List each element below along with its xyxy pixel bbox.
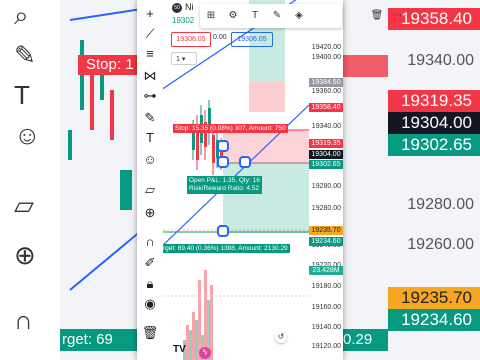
bg-brush-icon: ✎ (14, 40, 36, 70)
drawing-toolbar: + ⟋ ≡ ⋈ ⊶ ✎ T ☺ ▱ ⊕ ∩ ✐ 🔒︎ ◉ 🗑︎ (137, 0, 164, 360)
bg-price-19340: 19340.00 (407, 52, 474, 69)
text-icon[interactable]: T (140, 130, 160, 146)
bg-magnet-icon: ∩ (14, 305, 33, 335)
brush-icon[interactable]: ✎ (140, 110, 160, 126)
stop-handle[interactable] (217, 140, 229, 152)
background-toolbar: ⌕ ✎ T ☺ ▱ ⊕ ∩ (0, 0, 60, 360)
bg-stop-tail (343, 55, 388, 77)
fib-icon[interactable]: ⊶ (140, 88, 160, 104)
bg-cursor-icon: ⌕ (14, 0, 29, 30)
fill-color-icon[interactable]: ◈ (292, 9, 306, 23)
entry-handle[interactable] (217, 156, 229, 168)
text-style-icon[interactable]: T (248, 9, 262, 23)
undo-icon[interactable]: ↺ (275, 331, 287, 343)
open-pnl-label[interactable]: Open P&L: 1.35, Qty: 16 Risk/Reward Rati… (187, 176, 262, 194)
price-badge-19304: 19304.00 (309, 150, 343, 159)
bg-price-19260: 19260.00 (407, 236, 474, 253)
trash-icon[interactable]: 🗑︎ (140, 325, 160, 341)
magnet-icon[interactable]: ∩ (140, 234, 160, 250)
open-pnl-text: Open P&L: 1.35, Qty: 16 (189, 177, 260, 184)
bg-price-19280: 19280.00 (407, 196, 474, 213)
price-badge-19302: 19302.65 (309, 160, 343, 169)
drawing-properties-toolbar: ⊞ ⚙ T ✎ ◈ 🗑︎ ⋯ (200, 4, 402, 28)
price-badge-19319: 19319.35 (309, 139, 343, 148)
plus-icon[interactable]: + (140, 6, 160, 22)
chart-area[interactable]: 50 Ni 19302 19306.05 0.00 19306.05 1 ▾ S… (163, 0, 309, 360)
axis-tick: 19280.00 (311, 205, 341, 212)
bg-stop-label: Stop: 1 (78, 55, 146, 75)
pattern-icon[interactable]: ⋈ (140, 68, 160, 84)
bg-price-19235: 19235.70 (388, 287, 480, 309)
line-color-icon[interactable]: ✎ (270, 9, 284, 23)
axis-tick: 19280.00 (311, 183, 341, 190)
take-profit-label[interactable]: rget: 69.40 (0.36%) 1388, Amount: 2130.2… (163, 244, 290, 253)
price-badge-19358: 19358.40 (309, 103, 343, 112)
zoom-icon[interactable]: ⊕ (140, 205, 160, 221)
price-badge-19384: 19384.50 (309, 78, 343, 87)
target-handle[interactable] (217, 225, 229, 237)
emoji-icon[interactable]: ☺ (140, 152, 160, 168)
axis-tick: 19180.00 (311, 283, 341, 290)
horizontal-lines-icon[interactable]: ≡ (140, 46, 160, 62)
delete-drawing-icon[interactable]: 🗑︎ (370, 9, 384, 23)
axis-tick: 19160.00 (311, 304, 341, 311)
bg-ruler-icon: ▱ (14, 190, 34, 220)
bg-zoom-icon: ⊕ (14, 240, 36, 270)
more-options-icon[interactable]: ⋯ (390, 9, 404, 23)
price-axis[interactable]: 19420.00 19400.00 19360.00 19340.00 1928… (309, 0, 343, 360)
risk-reward-text: Risk/Reward Ratio: 4.52 (189, 185, 260, 192)
bg-emoji-icon: ☺ (14, 120, 41, 150)
axis-tick: 19120.00 (311, 343, 341, 350)
grid-icon[interactable]: ⊞ (204, 9, 218, 23)
lock-icon[interactable]: 🔒︎ (140, 276, 160, 292)
axis-tick: 19420.00 (311, 44, 341, 51)
bg-price-19319: 19319.35 (388, 90, 480, 112)
trading-chart-screen: + ⟋ ≡ ⋈ ⊶ ✎ T ☺ ▱ ⊕ ∩ ✐ 🔒︎ ◉ 🗑︎ 50 Ni 19… (137, 0, 343, 360)
bg-target-tail: 0.29 (343, 329, 388, 351)
axis-tick: 19140.00 (311, 324, 341, 331)
bg-text-icon: T (14, 80, 30, 110)
axis-tick: 19340.00 (311, 123, 341, 130)
bg-target-label: rget: 69 (60, 329, 142, 351)
trend-line-icon[interactable]: ⟋ (140, 26, 160, 42)
ruler-icon[interactable]: ▱ (140, 182, 160, 198)
price-badge-19234: 19234.60 (309, 237, 343, 246)
axis-tick: 19400.00 (311, 54, 341, 61)
bg-price-19304: 19304.00 (388, 112, 480, 134)
settings-icon[interactable]: ⚙ (226, 9, 240, 23)
price-badge-19235: 19235.70 (309, 226, 343, 235)
tradingview-logo: TV (173, 344, 186, 355)
bg-price-19302: 19302.65 (388, 134, 480, 156)
stop-loss-label[interactable]: Stop: 15.35 (0.08%) 307, Amount: 750 (173, 124, 288, 133)
axis-tick: 19360.00 (311, 88, 341, 95)
lightning-icon[interactable]: ϟ (199, 347, 211, 359)
eye-icon[interactable]: ◉ (140, 296, 160, 312)
lock-drawing-icon[interactable]: ✐ (140, 255, 160, 271)
volume-badge: 23.428M (309, 266, 343, 275)
width-handle[interactable] (239, 156, 251, 168)
bg-price-19234: 19234.60 (388, 309, 480, 331)
